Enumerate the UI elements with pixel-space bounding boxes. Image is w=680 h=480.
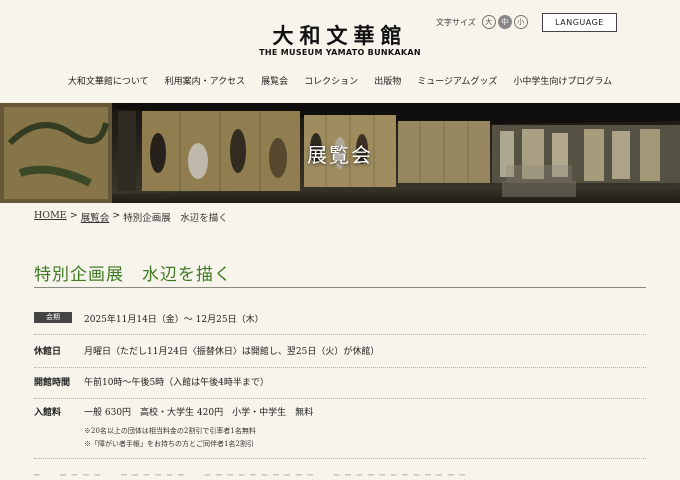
site-header: 大和文華館 THE MUSEUM YAMATO BUNKAKAN 文字サイズ 大… — [0, 0, 680, 100]
breadcrumb: HOME > 展覧会 > 特別企画展 水辺を描く — [34, 210, 228, 224]
admission-note-group: ※20名以上の団体は相当料金の2割引で引率者1名無料 — [84, 427, 256, 435]
font-size-large-button[interactable]: 大 — [481, 15, 496, 29]
nav-item-exhibitions[interactable]: 展覧会 — [261, 74, 288, 87]
period-row: 会期 2025年11月14日（金）～ 12月25日（木） — [34, 312, 646, 335]
closed-days-value: 月曜日（ただし11月24日〈振替休日〉は開館し、翌25日（火）が休館） — [84, 347, 380, 357]
closed-days-row: 休館日 月曜日（ただし11月24日〈振替休日〉は開館し、翌25日（火）が休館） — [34, 343, 646, 368]
breadcrumb-home-link[interactable]: HOME — [34, 210, 67, 224]
title-divider — [34, 287, 646, 288]
admission-row: 入館料 一般 630円 高校・大学生 420円 小学・中学生 無料 ※20名以上… — [34, 404, 646, 459]
closed-days-label: 休館日 — [34, 347, 62, 357]
nav-item-publications[interactable]: 出版物 — [374, 74, 401, 87]
site-logo[interactable]: 大和文華館 — [260, 20, 420, 50]
period-badge: 会期 — [34, 312, 72, 323]
nav-item-kids-program[interactable]: 小中学生向けプログラム — [513, 74, 612, 87]
hours-label: 開館時間 — [34, 378, 71, 388]
page-title: 特別企画展 水辺を描く — [34, 265, 232, 285]
period-value: 2025年11月14日（金）～ 12月25日（木） — [84, 315, 264, 325]
site-logo-english[interactable]: THE MUSEUM YAMATO BUNKAKAN — [250, 48, 430, 57]
admission-label: 入館料 — [34, 408, 62, 418]
font-size-medium-button[interactable]: 中 — [497, 15, 512, 29]
breadcrumb-exhibitions-link[interactable]: 展覧会 — [81, 210, 110, 224]
description-text-cutoff: ━ ━━━━ ━━━━━━ ━━━━━━━━━━ ━━━━━━━━━━━━ — [34, 471, 471, 480]
hours-value: 午前10時～午後5時（入館は午後4時半まで） — [84, 378, 269, 388]
hero-title: 展覧会 — [307, 143, 373, 167]
hours-row: 開館時間 午前10時～午後5時（入館は午後4時半まで） — [34, 374, 646, 399]
nav-item-about[interactable]: 大和文華館について — [68, 74, 149, 87]
hero-banner: 展覧会 — [0, 103, 680, 203]
breadcrumb-current: 特別企画展 水辺を描く — [123, 213, 228, 224]
font-size-small-button[interactable]: 小 — [513, 15, 528, 29]
main-nav: 大和文華館について 利用案内・アクセス 展覧会 コレクション 出版物 ミュージア… — [0, 74, 680, 87]
nav-item-access[interactable]: 利用案内・アクセス — [165, 74, 246, 87]
language-button[interactable]: LANGUAGE — [542, 13, 617, 32]
breadcrumb-separator: > — [69, 210, 78, 221]
admission-note-disability: ※「障がい者手帳」をお持ちの方とご同伴者1名2割引 — [84, 440, 254, 448]
font-size-switcher: 文字サイズ 大 中 小 — [436, 15, 528, 29]
nav-item-collection[interactable]: コレクション — [304, 74, 358, 87]
breadcrumb-separator: > — [112, 210, 121, 221]
font-size-label: 文字サイズ — [436, 17, 476, 27]
admission-value: 一般 630円 高校・大学生 420円 小学・中学生 無料 — [84, 408, 314, 418]
nav-item-goods[interactable]: ミュージアムグッズ — [417, 74, 497, 87]
